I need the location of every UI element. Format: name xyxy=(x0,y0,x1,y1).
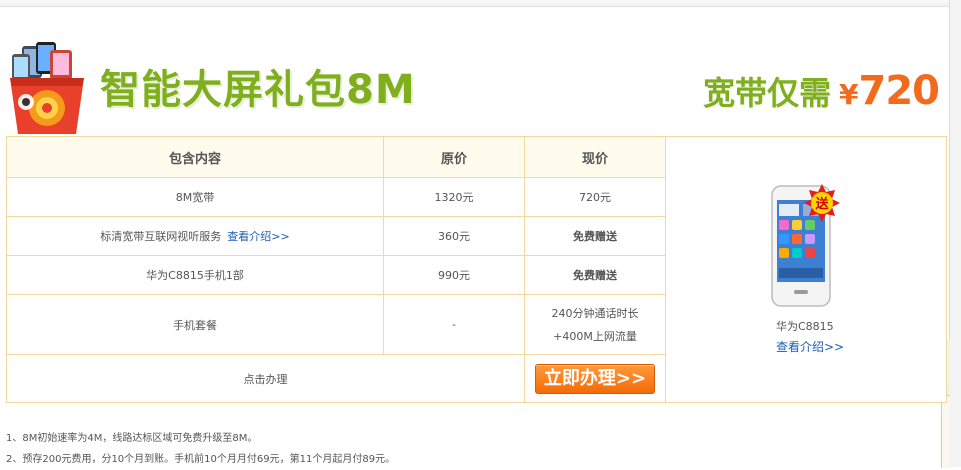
side-decoration-panel xyxy=(941,395,950,468)
row-original-price: 990元 xyxy=(383,255,525,295)
price-value: 720 xyxy=(858,68,940,114)
header-original-price: 原价 xyxy=(383,136,525,178)
phone-caption: 华为C8815 xyxy=(776,320,834,333)
package-table: 包含内容 原价 现价 送 华为C8815 查看介绍>> 8M宽带 1320元 7… xyxy=(6,136,947,403)
row-item: 8M宽带 xyxy=(6,177,384,217)
call-minutes: 240分钟通话时长 xyxy=(551,306,639,320)
data-allowance: +400M上网流量 xyxy=(553,329,637,343)
action-label: 点击办理 xyxy=(6,354,525,403)
note-item: 1、8M初始速率为4M，线路达标区域可免费升级至8M。 xyxy=(6,433,258,444)
service-details-link[interactable]: 查看介绍>> xyxy=(227,230,289,243)
row-original-price: 360元 xyxy=(383,216,525,256)
row-current-price: 免费赠送 xyxy=(524,255,666,295)
row-item-cell: 标清宽带互联网视听服务 查看介绍>> xyxy=(6,216,384,256)
row-current-price: 720元 xyxy=(524,177,666,217)
gift-bucket-logo-icon xyxy=(10,42,84,134)
terms-notes: 1、8M初始速率为4M，线路达标区域可免费升级至8M。 2、预存200元费用，分… xyxy=(6,428,906,470)
row-original-price: - xyxy=(383,294,525,355)
action-button-cell: 立即办理>> xyxy=(524,354,666,403)
phone-image-icon: 送 xyxy=(771,184,840,307)
table-header-row: 包含内容 原价 现价 送 华为C8815 查看介绍>> xyxy=(6,136,947,403)
row-item: 华为C8815手机1部 xyxy=(6,255,384,295)
phone-details-link[interactable]: 查看介绍>> xyxy=(776,338,844,355)
phone-promo-cell: 送 华为C8815 查看介绍>> xyxy=(665,136,947,403)
vertical-scrollbar[interactable] xyxy=(949,0,961,467)
header-contents: 包含内容 xyxy=(6,136,384,178)
row-item: 标清宽带互联网视听服务 xyxy=(100,230,222,243)
header-current-price: 现价 xyxy=(524,136,666,178)
row-original-price: 1320元 xyxy=(383,177,525,217)
row-item: 手机套餐 xyxy=(6,294,384,355)
banner-price: 宽带仅需 ¥ 720 xyxy=(703,68,940,118)
apply-now-button[interactable]: 立即办理>> xyxy=(535,363,655,394)
row-current-price-cell: 240分钟通话时长 +400M上网流量 xyxy=(524,294,666,355)
package-title: 智能大屏礼包8M xyxy=(100,67,416,113)
price-currency: ¥ xyxy=(839,78,859,111)
row-current-price: 免费赠送 xyxy=(524,216,666,256)
gift-badge: 送 xyxy=(814,196,829,212)
price-label: 宽带仅需 xyxy=(703,74,832,112)
top-border-strip xyxy=(0,0,950,7)
